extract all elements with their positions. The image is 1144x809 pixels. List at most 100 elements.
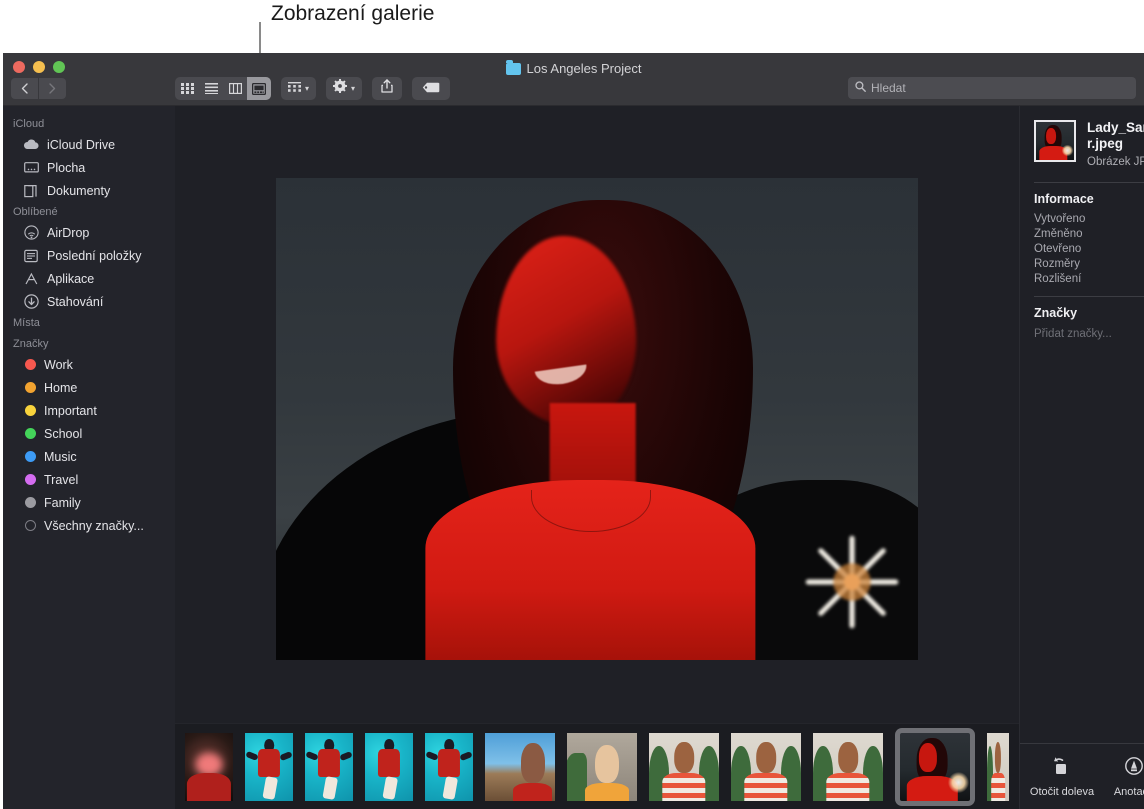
thumb-bokeh-red[interactable]	[185, 733, 233, 801]
tag-color-dot	[25, 359, 36, 370]
column-view-button[interactable]	[223, 77, 247, 100]
info-section-header: Informace Zobrazit více	[1020, 183, 1144, 211]
thumb-night-red-selected[interactable]	[895, 728, 975, 806]
window-title-label: Los Angeles Project	[527, 61, 642, 76]
gallery-view-button[interactable]	[247, 77, 271, 100]
action-menu-button[interactable]: ▾	[326, 77, 362, 100]
sidebar-tag-school[interactable]: School	[3, 422, 175, 445]
sidebar-item-airdrop[interactable]: AirDrop	[3, 221, 175, 244]
sidebar-header-favorites: Oblíbené	[3, 202, 175, 221]
sidebar-tag-important[interactable]: Important	[3, 399, 175, 422]
thumb-pool-4[interactable]	[425, 733, 473, 801]
sidebar-item-recents[interactable]: Poslední položky	[3, 244, 175, 267]
preview-image[interactable]	[276, 178, 918, 660]
window-body: iCloud iCloud Drive Plocha	[3, 106, 1144, 809]
airdrop-icon	[23, 225, 39, 241]
sidebar-item-label: Work	[44, 358, 73, 372]
sidebar-item-label: Travel	[44, 473, 78, 487]
info-key: Otevřeno	[1034, 243, 1081, 255]
file-thumbnail	[1034, 120, 1076, 162]
info-key: Změněno	[1034, 228, 1083, 240]
add-tags-field[interactable]: Přidat značky...	[1020, 325, 1144, 340]
sidebar-tag-family[interactable]: Family	[3, 491, 175, 514]
info-row-created: Vytvořeno 1. 9. 2019 13:09	[1020, 211, 1144, 226]
info-row-resolution: Rozlišení 72×72	[1020, 271, 1144, 286]
info-row-modified: Změněno 1. 9. 2019 13:56	[1020, 226, 1144, 241]
thumb-partial[interactable]	[987, 733, 1009, 801]
info-key: Rozlišení	[1034, 273, 1081, 285]
quick-actions: Otočit doleva Anotace	[1020, 743, 1144, 809]
thumb-pool-1[interactable]	[245, 733, 293, 801]
search-icon	[855, 79, 866, 97]
sidebar-item-label: Plocha	[47, 161, 85, 175]
sidebar-item-label: Dokumenty	[47, 184, 110, 198]
sidebar-tag-music[interactable]: Music	[3, 445, 175, 468]
thumb-pool-2[interactable]	[305, 733, 353, 801]
chevron-down-icon: ▾	[305, 85, 309, 93]
sidebar-item-applications[interactable]: Aplikace	[3, 267, 175, 290]
file-kind-size: Obrázek JPEG - 1,4 MB	[1087, 156, 1144, 168]
add-tags-button[interactable]	[412, 77, 450, 100]
applications-icon	[23, 271, 39, 287]
tag-color-dot	[25, 451, 36, 462]
group-by-button[interactable]: ▾	[281, 77, 316, 100]
share-icon	[381, 79, 393, 98]
rotate-left-action[interactable]: Otočit doleva	[1027, 756, 1097, 798]
sidebar-item-icloud-drive[interactable]: iCloud Drive	[3, 133, 175, 156]
tag-color-dot	[25, 405, 36, 416]
annotation-gallery-view: Zobrazení galerie	[271, 2, 434, 26]
sidebar-item-downloads[interactable]: Stahování	[3, 290, 175, 313]
thumb-stripe-3[interactable]	[813, 733, 883, 801]
sidebar-item-label: Home	[44, 381, 77, 395]
share-button[interactable]	[372, 77, 402, 100]
sidebar-tag-all-tags[interactable]: Všechny značky...	[3, 514, 175, 537]
sidebar-item-desktop[interactable]: Plocha	[3, 156, 175, 179]
window-title: Los Angeles Project	[3, 61, 1144, 76]
tag-color-dot	[25, 428, 36, 439]
file-header: Lady_SantaMonicaPier.jpeg Obrázek JPEG -…	[1020, 106, 1144, 168]
screenshot-root: Zobrazení galerie Procházecí lišta Los A…	[0, 0, 1144, 809]
thumb-pool-3[interactable]	[365, 733, 413, 801]
toolbar: ▾	[175, 77, 450, 100]
preview-area	[175, 106, 1019, 723]
gallery-content	[175, 106, 1019, 809]
gear-icon	[333, 79, 347, 98]
search-field[interactable]: Hledat	[848, 77, 1136, 99]
group-grid-icon	[288, 80, 301, 98]
action-label: Otočit doleva	[1030, 786, 1094, 798]
browsing-strip[interactable]	[175, 723, 1019, 809]
thumb-wall-portrait[interactable]	[567, 733, 637, 801]
sidebar-item-label: AirDrop	[47, 226, 89, 240]
markup-icon	[1123, 756, 1144, 781]
list-view-button[interactable]	[199, 77, 223, 100]
sidebar-item-documents[interactable]: Dokumenty	[3, 179, 175, 202]
info-row-dimensions: Rozměry 4032×3024	[1020, 256, 1144, 271]
sidebar-item-label: Všechny značky...	[44, 519, 144, 533]
folder-icon	[506, 63, 521, 75]
photo-ferris-wheel	[800, 530, 904, 634]
thumb-stripe-1[interactable]	[649, 733, 719, 801]
navigation-buttons	[11, 78, 66, 99]
sidebar-tag-home[interactable]: Home	[3, 376, 175, 399]
info-key: Rozměry	[1034, 258, 1080, 270]
info-key: Vytvořeno	[1034, 213, 1085, 225]
tag-color-dot	[25, 497, 36, 508]
info-panel: Lady_SantaMonicaPier.jpeg Obrázek JPEG -…	[1019, 106, 1144, 809]
sidebar-header-locations: Místa	[3, 313, 175, 332]
tag-color-dot	[25, 520, 36, 531]
sidebar-item-label: iCloud Drive	[47, 138, 115, 152]
icon-view-button[interactable]	[175, 77, 199, 100]
sidebar-tag-travel[interactable]: Travel	[3, 468, 175, 491]
chevron-down-icon: ▾	[351, 85, 355, 93]
back-button[interactable]	[11, 78, 38, 99]
sidebar-tag-work[interactable]: Work	[3, 353, 175, 376]
downloads-icon	[23, 294, 39, 310]
forward-button[interactable]	[39, 78, 66, 99]
rotate-left-icon	[1051, 756, 1073, 781]
tag-color-dot	[25, 474, 36, 485]
thumb-stripe-2[interactable]	[731, 733, 801, 801]
documents-icon	[23, 183, 39, 199]
markup-action[interactable]: Anotace	[1099, 756, 1144, 798]
sidebar-item-label: School	[44, 427, 82, 441]
thumb-hillside-portrait[interactable]	[485, 733, 555, 801]
